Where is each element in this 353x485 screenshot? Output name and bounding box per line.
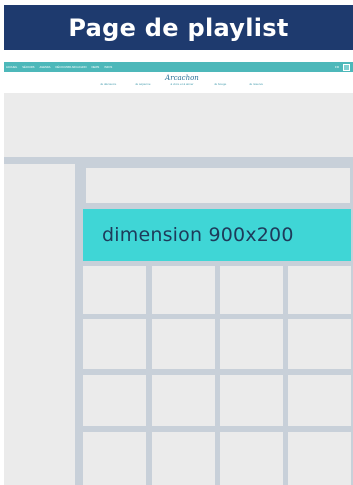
top-menu-item[interactable]: ACCUEIL <box>6 66 17 69</box>
main-navigation: Je découvre Je séjourne Arcachon à vivre… <box>4 72 353 92</box>
logo-wordmark: Arcachon <box>165 74 199 82</box>
language-selector[interactable]: FR <box>335 65 339 69</box>
nav-link-discover[interactable]: Je découvre <box>100 82 116 86</box>
top-menu-item[interactable]: SÉJOURS <box>22 66 34 69</box>
top-menu-tools: FR <box>335 62 350 72</box>
menu-icon[interactable] <box>343 63 350 71</box>
sidebar-placeholder <box>4 164 75 485</box>
playlist-tile[interactable] <box>152 432 215 485</box>
playlist-tile[interactable] <box>152 319 215 369</box>
banner-placeholder: dimension 900x200 <box>83 209 351 261</box>
header-placeholder <box>86 168 350 203</box>
top-menu-item[interactable]: INFOS <box>104 66 112 69</box>
nav-link-book[interactable]: Je réserve <box>249 82 263 86</box>
playlist-tile[interactable] <box>288 319 351 369</box>
playlist-page-mockup: ACCUEIL SÉJOURS AGENDA DÉCOUVRIR ARCACHO… <box>4 62 353 485</box>
nav-link-move[interactable]: Je bouge <box>214 82 226 86</box>
logo-tagline: à vivre et à aimer <box>170 82 194 86</box>
playlist-tile[interactable] <box>83 266 146 314</box>
top-menu-item[interactable]: NEWS <box>91 66 99 69</box>
playlist-tile[interactable] <box>220 432 283 485</box>
playlist-tile[interactable] <box>220 375 283 426</box>
banner-dimension-label: dimension 900x200 <box>102 224 294 246</box>
top-menu-item[interactable]: DÉCOUVRIR ARCACHON <box>55 66 86 69</box>
playlist-tile[interactable] <box>83 432 146 485</box>
top-menu-bar: ACCUEIL SÉJOURS AGENDA DÉCOUVRIR ARCACHO… <box>4 62 353 72</box>
nav-link-stay[interactable]: Je séjourne <box>135 82 151 86</box>
playlist-tile[interactable] <box>288 375 351 426</box>
playlist-tile[interactable] <box>220 319 283 369</box>
playlist-tile[interactable] <box>288 266 351 314</box>
playlist-tile[interactable] <box>152 266 215 314</box>
playlist-tile[interactable] <box>83 319 146 369</box>
site-logo[interactable]: Arcachon à vivre et à aimer <box>162 75 202 91</box>
playlist-tile[interactable] <box>220 266 283 314</box>
top-menu-item[interactable]: AGENDA <box>40 66 51 69</box>
playlist-tile[interactable] <box>83 375 146 426</box>
playlist-tile[interactable] <box>152 375 215 426</box>
page-title: Page de playlist <box>68 13 289 42</box>
page-title-banner: Page de playlist <box>4 5 353 50</box>
playlist-tile[interactable] <box>288 432 351 485</box>
hero-placeholder <box>4 93 353 157</box>
content-area: dimension 900x200 <box>4 157 353 485</box>
